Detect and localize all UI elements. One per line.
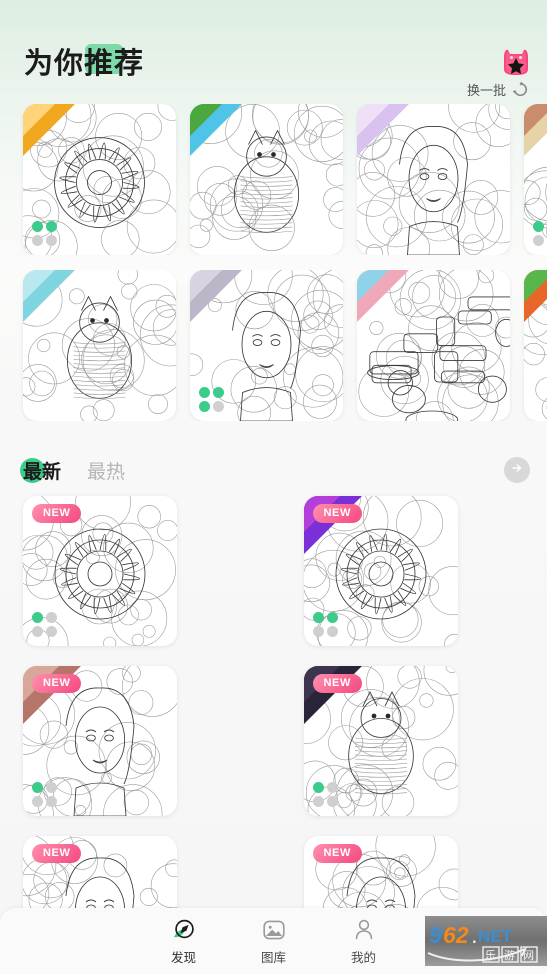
progress-dot bbox=[199, 387, 210, 398]
photo-gallery-icon bbox=[261, 917, 287, 943]
progress-dot bbox=[46, 796, 57, 807]
progress-dot bbox=[32, 221, 43, 232]
progress-dot bbox=[32, 782, 43, 793]
progress-dot bbox=[312, 796, 324, 807]
progress-dot bbox=[326, 626, 338, 637]
nav-label-discover: 发现 bbox=[170, 950, 196, 965]
progress-dots bbox=[32, 612, 57, 637]
see-more-button[interactable] bbox=[504, 457, 530, 483]
nav-label-mine: 我的 bbox=[350, 950, 376, 965]
card-color-corner-inner bbox=[524, 270, 547, 302]
recommend-card[interactable] bbox=[524, 104, 547, 255]
recommend-row-2[interactable] bbox=[0, 270, 547, 421]
progress-dot bbox=[312, 612, 324, 623]
progress-dots bbox=[312, 782, 338, 807]
card-color-corner-inner bbox=[190, 104, 222, 136]
tab-latest[interactable]: 最新 bbox=[23, 457, 61, 484]
new-badge: NEW bbox=[32, 844, 82, 863]
new-badge: NEW bbox=[312, 674, 362, 693]
card-color-corner-inner bbox=[357, 104, 389, 136]
new-badge: NEW bbox=[312, 844, 362, 863]
progress-dot bbox=[312, 782, 324, 793]
recommend-card[interactable] bbox=[23, 270, 176, 421]
recommend-card[interactable] bbox=[357, 270, 510, 421]
artwork-card[interactable]: NEW bbox=[303, 496, 458, 646]
recommend-card[interactable] bbox=[524, 270, 547, 421]
progress-dots bbox=[199, 387, 224, 412]
crown-star-badge-icon[interactable] bbox=[502, 47, 530, 77]
card-color-corner-inner bbox=[524, 104, 547, 136]
compass-icon bbox=[171, 917, 197, 943]
progress-dots bbox=[533, 221, 547, 246]
card-color-corner-inner bbox=[23, 104, 55, 136]
progress-dot bbox=[32, 796, 43, 807]
recommend-carousel bbox=[0, 104, 547, 444]
progress-dot bbox=[46, 221, 57, 232]
new-badge: NEW bbox=[312, 504, 362, 523]
card-color-corner-inner bbox=[357, 270, 389, 302]
progress-dot bbox=[533, 235, 544, 246]
progress-dot bbox=[312, 626, 324, 637]
progress-dot bbox=[32, 626, 43, 637]
progress-dot bbox=[213, 387, 224, 398]
page-title: 为你推荐 bbox=[24, 48, 145, 80]
artwork-card[interactable]: NEW bbox=[303, 666, 458, 816]
new-badge: NEW bbox=[32, 504, 82, 523]
artwork-card[interactable]: NEW bbox=[23, 666, 177, 816]
progress-dot bbox=[326, 612, 338, 623]
progress-dot bbox=[199, 401, 210, 412]
refresh-icon bbox=[512, 81, 529, 98]
tabs-bar: 最新 最热 bbox=[0, 444, 547, 496]
progress-dots bbox=[312, 612, 338, 637]
artwork-card[interactable]: NEW bbox=[23, 496, 177, 646]
recommend-row-1[interactable] bbox=[0, 104, 547, 255]
progress-dots bbox=[32, 221, 57, 246]
nav-item-gallery[interactable]: 图库 bbox=[243, 917, 305, 966]
refresh-batch-button[interactable]: 换一批 bbox=[467, 80, 529, 99]
recommend-card[interactable] bbox=[357, 104, 510, 255]
card-color-corner-inner bbox=[190, 270, 222, 302]
progress-dot bbox=[326, 782, 338, 793]
progress-dot bbox=[46, 612, 57, 623]
arrow-right-icon bbox=[510, 461, 524, 480]
bottom-navigation: 发现 图库 我的 bbox=[0, 908, 547, 974]
artwork-grid[interactable]: NEW NEW NEW NEW NEW NEW bbox=[0, 496, 547, 974]
progress-dot bbox=[533, 221, 544, 232]
tab-hottest[interactable]: 最热 bbox=[87, 457, 125, 484]
nav-item-mine[interactable]: 我的 bbox=[333, 917, 395, 966]
person-icon bbox=[351, 917, 377, 943]
progress-dot bbox=[46, 235, 57, 246]
card-color-corner-inner bbox=[23, 270, 55, 302]
progress-dot bbox=[46, 782, 57, 793]
progress-dot bbox=[46, 626, 57, 637]
progress-dot bbox=[32, 235, 43, 246]
recommend-card[interactable] bbox=[190, 104, 343, 255]
app-root: 为你推荐 换一批 最新 最热 NEW NEW NEW NEW NEW NEW 发… bbox=[0, 0, 547, 974]
header: 为你推荐 换一批 bbox=[0, 0, 547, 104]
nav-label-gallery: 图库 bbox=[260, 950, 286, 965]
progress-dot bbox=[326, 796, 338, 807]
refresh-batch-label: 换一批 bbox=[466, 83, 506, 98]
recommend-card[interactable] bbox=[190, 270, 343, 421]
progress-dot bbox=[213, 401, 224, 412]
nav-item-discover[interactable]: 发现 bbox=[153, 917, 215, 966]
new-badge: NEW bbox=[32, 674, 82, 693]
recommend-card[interactable] bbox=[23, 104, 176, 255]
progress-dot bbox=[32, 612, 43, 623]
progress-dots bbox=[32, 782, 57, 807]
